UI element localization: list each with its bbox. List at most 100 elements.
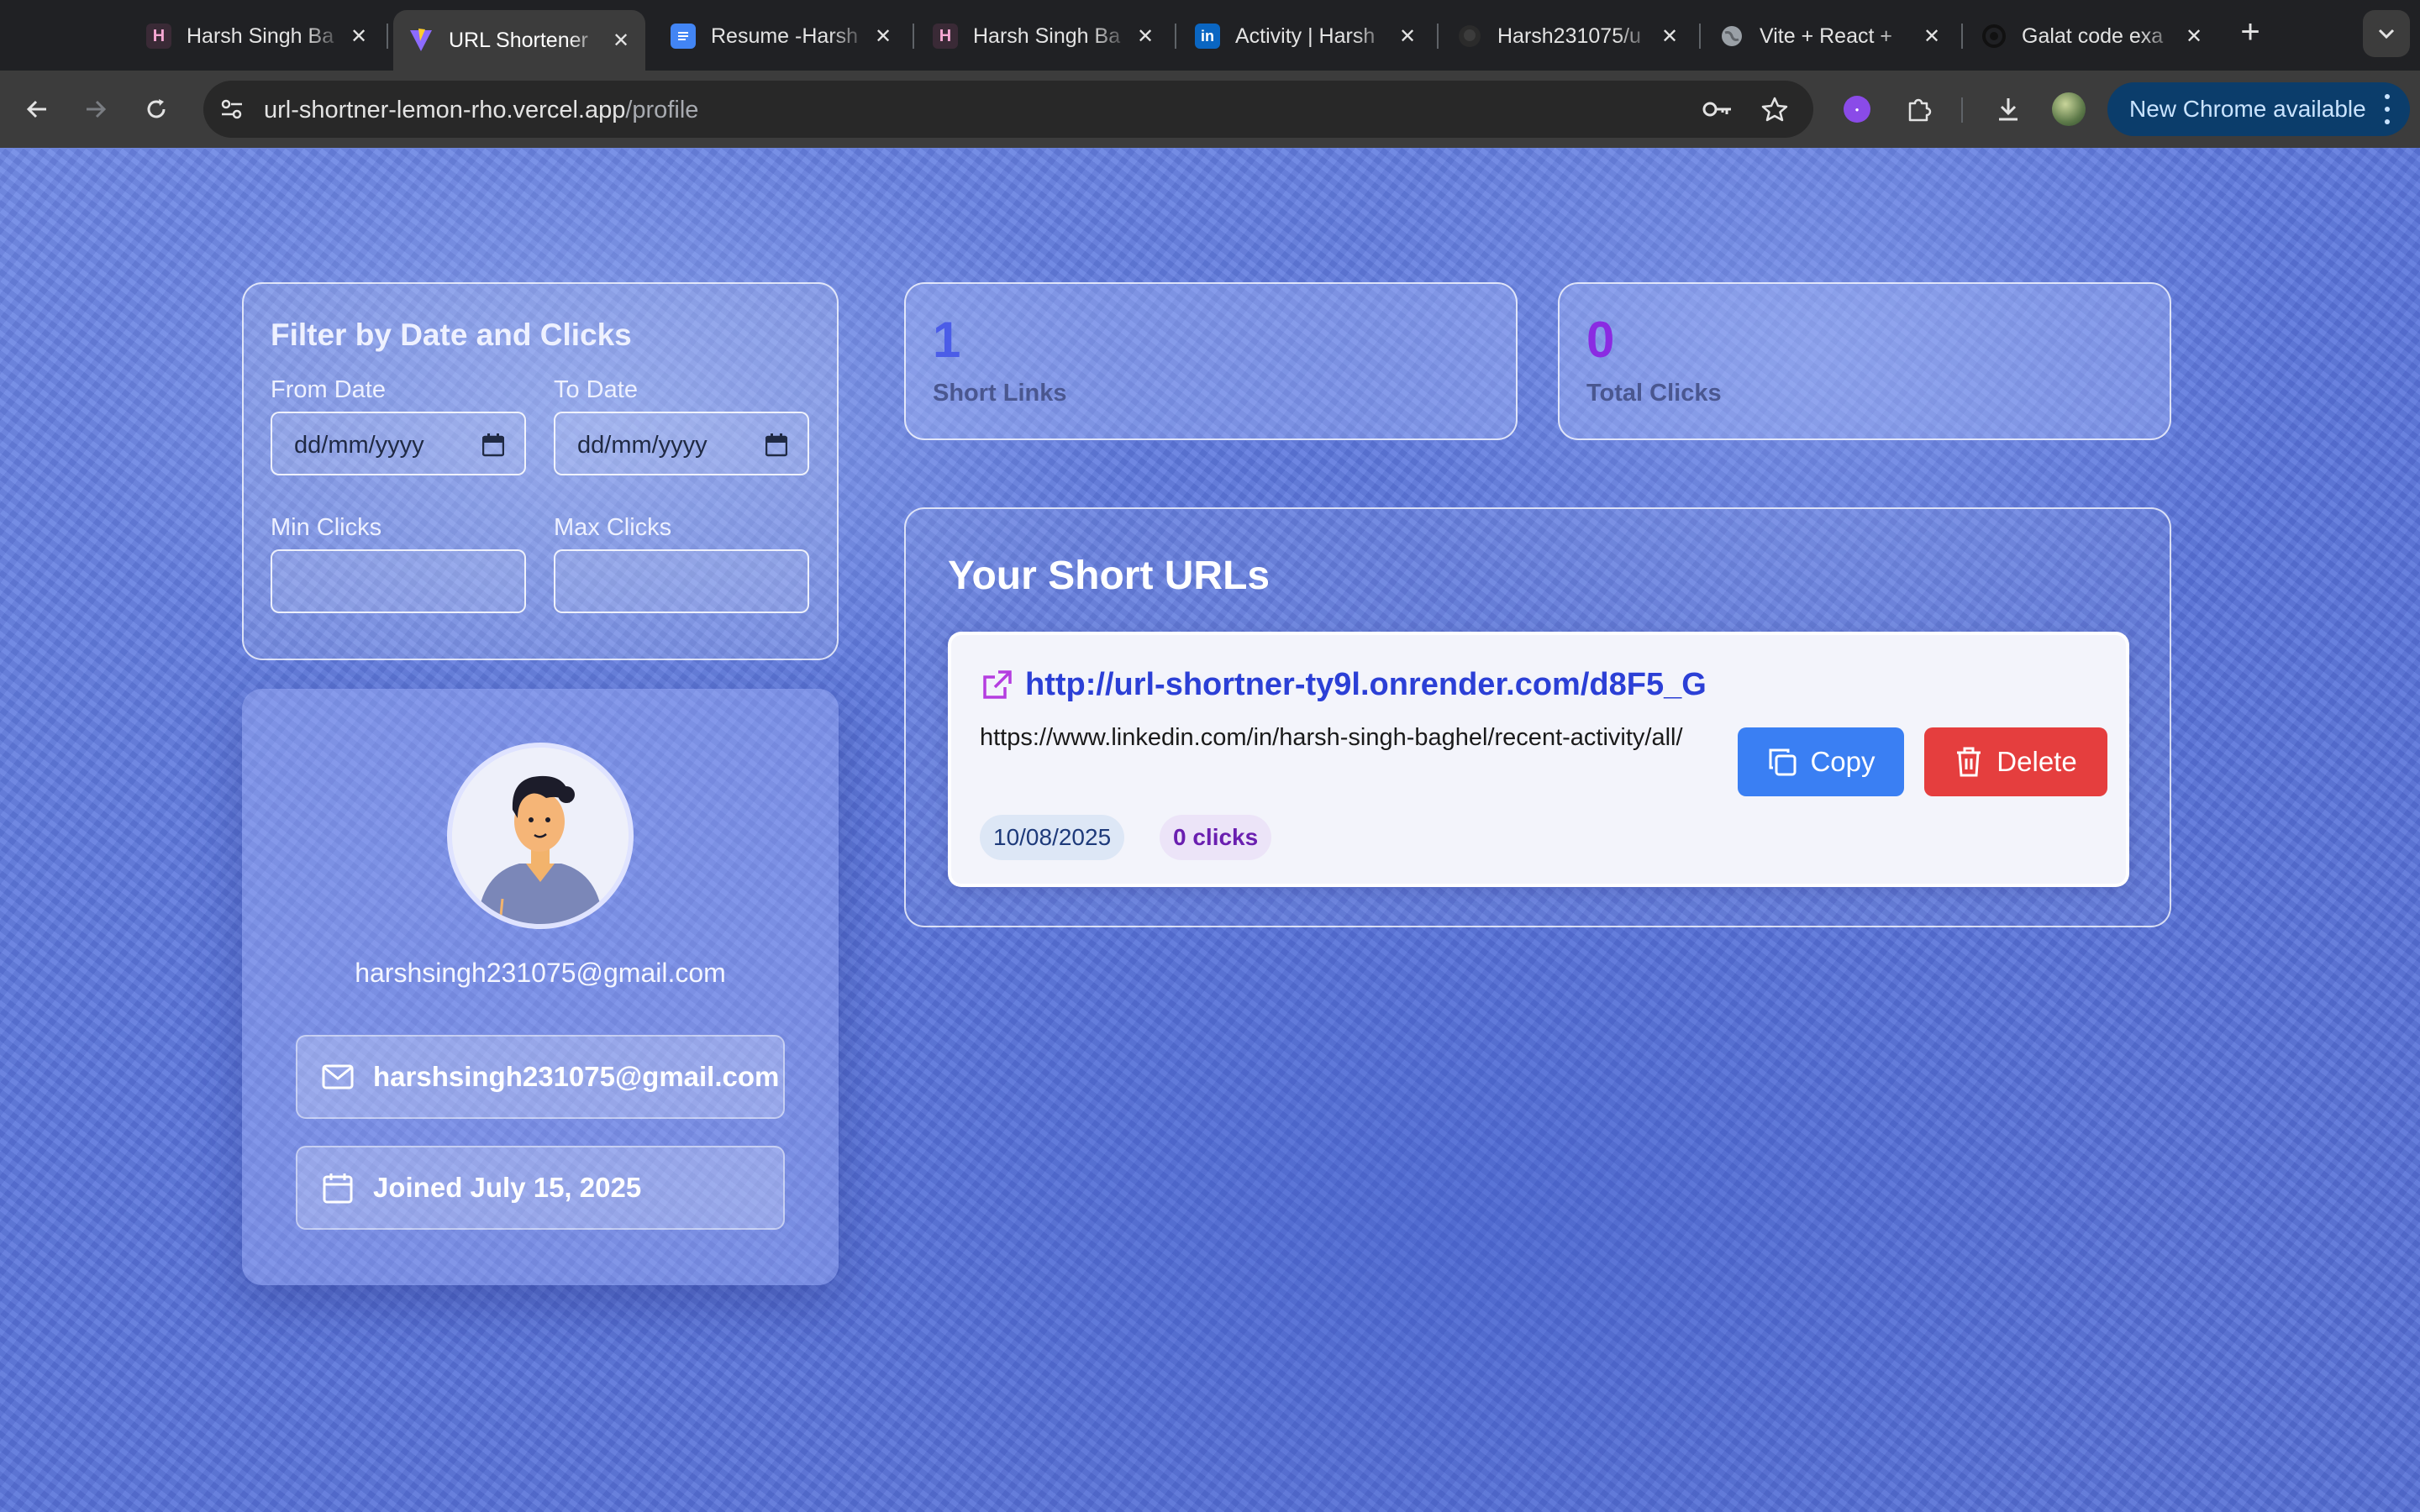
- kebab-menu-icon[interactable]: [2383, 94, 2391, 124]
- close-icon[interactable]: ✕: [1657, 24, 1682, 49]
- copy-button[interactable]: Copy: [1738, 727, 1904, 796]
- pink-h-logo-icon: H: [146, 24, 171, 49]
- copy-label: Copy: [1810, 746, 1876, 777]
- linkedin-icon: in: [1195, 24, 1220, 49]
- close-icon[interactable]: ✕: [346, 24, 371, 49]
- password-key-icon[interactable]: [1701, 92, 1734, 126]
- back-button[interactable]: [17, 89, 57, 129]
- profile-card: harshsingh231075@gmail.com harshsingh231…: [242, 689, 839, 1285]
- browser-tab[interactable]: H Harsh Singh Ba ✕: [918, 12, 1170, 60]
- created-date-badge: 10/08/2025: [980, 815, 1125, 860]
- short-url-card: http://url-shortner-ty9l.onrender.com/d8…: [948, 632, 2129, 887]
- browser-tab[interactable]: Galat code exa ✕: [1966, 12, 2218, 60]
- min-clicks-label: Min Clicks: [271, 514, 382, 541]
- browser-tab-active[interactable]: URL Shortener ✕: [393, 10, 645, 71]
- joined-date: Joined July 15, 2025: [373, 1172, 642, 1203]
- tab-title: Harsh Singh Ba: [187, 24, 334, 48]
- tab-divider: [1961, 24, 1963, 49]
- browser-toolbar: url-shortner-lemon-rho.vercel.app/profil…: [0, 71, 2420, 148]
- globe-icon: [1719, 24, 1744, 49]
- forward-button[interactable]: [76, 89, 116, 129]
- max-clicks-input[interactable]: [554, 549, 809, 613]
- calendar-icon[interactable]: [482, 433, 504, 457]
- download-icon[interactable]: [1988, 89, 2028, 129]
- profile-email: harshsingh231075@gmail.com: [373, 1061, 780, 1092]
- short-links-count: 1: [933, 312, 961, 368]
- new-tab-button[interactable]: +: [2232, 13, 2269, 50]
- max-clicks-label: Max Clicks: [554, 514, 672, 541]
- extension-avatar-icon[interactable]: ●: [1844, 96, 1870, 123]
- close-icon[interactable]: ✕: [1919, 24, 1944, 49]
- bookmark-star-icon[interactable]: [1758, 92, 1791, 126]
- short-urls-title: Your Short URLs: [948, 554, 1270, 598]
- short-urls-panel: Your Short URLs http://url-shortner-ty9l…: [904, 507, 2171, 927]
- filter-title: Filter by Date and Clicks: [271, 318, 632, 352]
- copy-icon: [1769, 748, 1797, 776]
- close-icon[interactable]: ✕: [1133, 24, 1158, 49]
- total-clicks-count: 0: [1586, 312, 1615, 368]
- site-settings-icon[interactable]: [215, 92, 249, 126]
- chevron-down-icon: [2378, 29, 2395, 39]
- total-clicks-label: Total Clicks: [1586, 380, 1722, 407]
- tab-title: Galat code exa: [2022, 24, 2164, 48]
- clicks-badge: 0 clicks: [1160, 815, 1272, 860]
- date-placeholder: dd/mm/yyyy: [577, 432, 708, 459]
- extensions-puzzle-icon[interactable]: [1899, 89, 1939, 129]
- avatar: [447, 743, 634, 929]
- trash-icon: [1957, 747, 1981, 777]
- browser-tab[interactable]: Resume -Harsh ✕: [655, 12, 908, 60]
- original-url: https://www.linkedin.com/in/harsh-singh-…: [980, 724, 1683, 751]
- profile-avatar[interactable]: [2052, 92, 2086, 126]
- tab-divider: [1699, 24, 1701, 49]
- toolbar-divider: [1961, 97, 1963, 123]
- tab-divider: [1175, 24, 1176, 49]
- url-path: /profile: [625, 97, 699, 123]
- mail-icon: [321, 1060, 355, 1094]
- url-host: url-shortner-lemon-rho.vercel.app: [264, 97, 626, 123]
- filter-card: Filter by Date and Clicks From Date dd/m…: [242, 282, 839, 660]
- close-icon[interactable]: ✕: [871, 24, 896, 49]
- tab-divider: [387, 24, 388, 49]
- email-info-row: harshsingh231075@gmail.com: [296, 1035, 785, 1119]
- tab-title: URL Shortener: [449, 28, 588, 52]
- chatgpt-icon: [1981, 24, 2007, 49]
- calendar-icon: [321, 1171, 355, 1205]
- github-icon: [1457, 24, 1482, 49]
- pink-h-logo-icon: H: [933, 24, 958, 49]
- reload-icon: [147, 99, 166, 118]
- address-bar[interactable]: url-shortner-lemon-rho.vercel.app/profil…: [203, 81, 1813, 138]
- short-links-stat-card: 1 Short Links: [904, 282, 1518, 440]
- browser-tab[interactable]: Vite + React + ✕: [1704, 12, 1956, 60]
- browser-tab[interactable]: Harsh231075/u ✕: [1442, 12, 1694, 60]
- browser-tab[interactable]: H Harsh Singh Ba ✕: [131, 12, 383, 60]
- close-icon[interactable]: ✕: [2181, 24, 2207, 49]
- tab-title: Harsh Singh Ba: [973, 24, 1121, 48]
- url-text: url-shortner-lemon-rho.vercel.app/profil…: [264, 97, 698, 124]
- delete-button[interactable]: Delete: [1924, 727, 2107, 796]
- browser-tab[interactable]: in Activity | Harsh ✕: [1180, 12, 1432, 60]
- reload-button[interactable]: [136, 89, 176, 129]
- short-links-label: Short Links: [933, 380, 1067, 407]
- tab-title: Activity | Harsh: [1235, 24, 1376, 48]
- browser-tab-strip: H Harsh Singh Ba ✕ URL Shortener ✕ Resum…: [0, 0, 2420, 71]
- calendar-icon[interactable]: [765, 433, 787, 457]
- update-label: New Chrome available: [2129, 96, 2366, 122]
- external-link-icon[interactable]: [980, 669, 1013, 702]
- from-date-input[interactable]: dd/mm/yyyy: [271, 412, 526, 475]
- profile-email-heading: harshsingh231075@gmail.com: [355, 958, 726, 988]
- close-icon[interactable]: ✕: [1395, 24, 1420, 49]
- joined-info-row: Joined July 15, 2025: [296, 1146, 785, 1230]
- tab-title: Resume -Harsh: [711, 24, 859, 48]
- to-date-input[interactable]: dd/mm/yyyy: [554, 412, 809, 475]
- min-clicks-input[interactable]: [271, 549, 526, 613]
- avatar-illustration: [452, 748, 629, 924]
- tab-title: Vite + React +: [1760, 24, 1892, 48]
- tab-title: Harsh231075/u: [1497, 24, 1641, 48]
- new-chrome-available-button[interactable]: New Chrome available: [2107, 82, 2410, 136]
- from-date-label: From Date: [271, 376, 386, 403]
- delete-label: Delete: [1996, 746, 2077, 777]
- tab-search-button[interactable]: [2363, 10, 2410, 57]
- short-url-link[interactable]: http://url-shortner-ty9l.onrender.com/d8…: [1025, 667, 1707, 703]
- close-icon[interactable]: ✕: [608, 28, 634, 53]
- arrow-left-icon: [26, 100, 46, 118]
